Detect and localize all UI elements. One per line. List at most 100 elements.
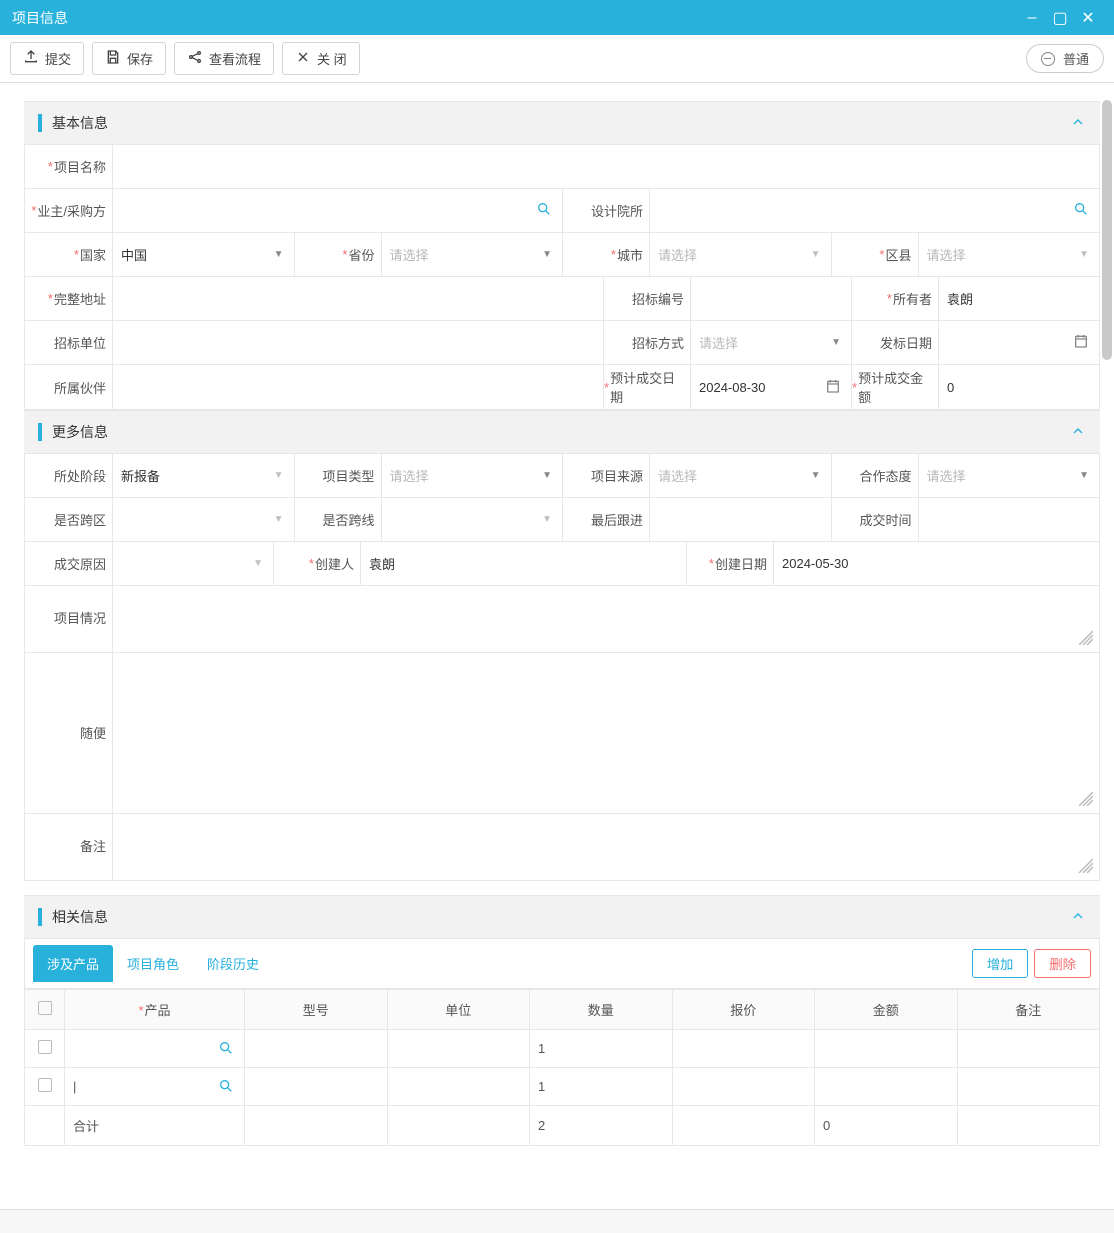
- checkbox-all[interactable]: [38, 1001, 52, 1015]
- maximize-icon[interactable]: ▢: [1046, 8, 1074, 28]
- label-last-follow: 最后跟进: [562, 498, 650, 541]
- close-label: 关 闭: [317, 49, 347, 68]
- col-remark: 备注: [957, 990, 1100, 1030]
- input-create-date[interactable]: 2024-05-30: [774, 542, 1099, 585]
- input-last-follow[interactable]: [650, 498, 831, 541]
- input-est-deal-date[interactable]: 2024-08-30: [691, 365, 851, 409]
- close-button[interactable]: 关 闭: [282, 42, 360, 75]
- delete-button[interactable]: 删除: [1034, 949, 1091, 978]
- save-button[interactable]: 保存: [92, 42, 166, 75]
- input-project-name[interactable]: [113, 145, 1099, 188]
- input-deal-time[interactable]: [919, 498, 1100, 541]
- cell-remark[interactable]: [957, 1030, 1100, 1068]
- input-est-deal-amt[interactable]: 0: [939, 365, 1099, 409]
- textarea-casual[interactable]: [113, 653, 1099, 813]
- label-deal-reason: 成交原因: [25, 542, 113, 585]
- search-icon[interactable]: [218, 1078, 234, 1097]
- cell-amount[interactable]: [815, 1030, 958, 1068]
- section-more-header[interactable]: 更多信息: [24, 410, 1100, 454]
- priority-selector[interactable]: 普通: [1026, 44, 1104, 73]
- share-icon: [187, 49, 203, 68]
- cell-model[interactable]: [245, 1068, 388, 1106]
- select-proj-type[interactable]: 请选择▼: [382, 454, 563, 497]
- content-scroll[interactable]: 基本信息 项目名称 业主/采购方 设计院所 国家 中国▼ 省份 请选择▼ 城市 …: [0, 83, 1114, 1233]
- textarea-proj-desc[interactable]: [113, 586, 1099, 652]
- calendar-icon[interactable]: [825, 378, 841, 397]
- toolbar: 提交 保存 查看流程 关 闭 普通: [0, 35, 1114, 83]
- select-province[interactable]: 请选择▼: [382, 233, 563, 276]
- cell-quote[interactable]: [672, 1068, 815, 1106]
- textarea-remark[interactable]: [113, 814, 1099, 880]
- section-basic-title: 基本信息: [52, 113, 108, 133]
- search-icon[interactable]: [1073, 201, 1089, 220]
- select-cross-region[interactable]: ▼: [113, 498, 294, 541]
- caret-down-icon: ▼: [253, 558, 263, 569]
- col-product: 产品: [138, 1003, 170, 1018]
- cell-total-label: 合计: [65, 1106, 245, 1146]
- submit-button[interactable]: 提交: [10, 42, 84, 75]
- caret-down-icon: ▼: [811, 470, 821, 481]
- cell-product[interactable]: |: [73, 1079, 76, 1094]
- tab-history[interactable]: 阶段历史: [193, 945, 273, 982]
- label-owner-buyer: 业主/采购方: [25, 189, 113, 232]
- col-qty: 数量: [530, 990, 673, 1030]
- label-issue-date: 发标日期: [851, 321, 939, 364]
- input-design-inst[interactable]: [650, 189, 1099, 232]
- search-icon[interactable]: [218, 1040, 234, 1059]
- cell-model[interactable]: [245, 1030, 388, 1068]
- caret-down-icon: ▼: [274, 470, 284, 481]
- checkbox-row[interactable]: [38, 1040, 52, 1054]
- calendar-icon[interactable]: [1073, 333, 1089, 352]
- minimize-icon[interactable]: –: [1018, 9, 1046, 27]
- select-coop-attitude[interactable]: 请选择▼: [919, 454, 1100, 497]
- input-owner[interactable]: 袁朗: [939, 277, 1099, 320]
- window-title: 项目信息: [12, 8, 68, 28]
- select-country[interactable]: 中国▼: [113, 233, 294, 276]
- scrollbar[interactable]: [1102, 95, 1112, 1162]
- select-district[interactable]: 请选择▼: [919, 233, 1100, 276]
- placeholder-city: 请选择: [658, 245, 697, 264]
- placeholder-proj-type: 请选择: [390, 466, 429, 485]
- cell-amount[interactable]: [815, 1068, 958, 1106]
- cell-qty[interactable]: 1: [530, 1068, 673, 1106]
- input-issue-date[interactable]: [939, 321, 1099, 364]
- select-stage[interactable]: 新报备 ▼: [113, 454, 294, 497]
- label-creator: 创建人: [273, 542, 361, 585]
- select-cross-line[interactable]: ▼: [382, 498, 563, 541]
- resize-icon[interactable]: [1077, 790, 1093, 809]
- cell-unit[interactable]: [387, 1030, 530, 1068]
- input-full-addr[interactable]: [113, 277, 603, 320]
- cell-unit[interactable]: [387, 1068, 530, 1106]
- cell-quote[interactable]: [672, 1030, 815, 1068]
- input-bid-no[interactable]: [691, 277, 851, 320]
- search-icon[interactable]: [536, 201, 552, 220]
- add-button[interactable]: 增加: [972, 949, 1029, 978]
- label-partner: 所属伙伴: [25, 365, 113, 409]
- cell-remark[interactable]: [957, 1068, 1100, 1106]
- select-proj-source[interactable]: 请选择▼: [650, 454, 831, 497]
- input-bid-org[interactable]: [113, 321, 603, 364]
- cell-qty[interactable]: 1: [530, 1030, 673, 1068]
- view-flow-button[interactable]: 查看流程: [174, 42, 274, 75]
- select-city[interactable]: 请选择▼: [650, 233, 831, 276]
- resize-icon[interactable]: [1077, 857, 1093, 876]
- select-bid-method[interactable]: 请选择▼: [691, 321, 851, 364]
- checkbox-row[interactable]: [38, 1078, 52, 1092]
- input-partner[interactable]: [113, 365, 603, 409]
- input-owner-buyer[interactable]: [113, 189, 562, 232]
- value-stage: 新报备: [121, 466, 160, 485]
- label-create-date: 创建日期: [686, 542, 774, 585]
- close-window-icon[interactable]: ✕: [1074, 8, 1102, 28]
- table-row[interactable]: 1: [25, 1030, 1100, 1068]
- input-creator[interactable]: 袁朗: [361, 542, 686, 585]
- resize-icon[interactable]: [1077, 629, 1093, 648]
- col-model: 型号: [245, 990, 388, 1030]
- tab-products[interactable]: 涉及产品: [33, 945, 113, 982]
- section-related-header[interactable]: 相关信息: [24, 895, 1100, 939]
- label-proj-desc: 项目情况: [25, 586, 113, 652]
- table-row[interactable]: | 1: [25, 1068, 1100, 1106]
- tab-roles[interactable]: 项目角色: [113, 945, 193, 982]
- more-form: 所处阶段 新报备▼ 项目类型 请选择▼ 项目来源 请选择▼ 合作态度 请选择▼ …: [24, 454, 1100, 881]
- section-basic-header[interactable]: 基本信息: [24, 101, 1100, 145]
- select-deal-reason[interactable]: ▼: [113, 542, 273, 585]
